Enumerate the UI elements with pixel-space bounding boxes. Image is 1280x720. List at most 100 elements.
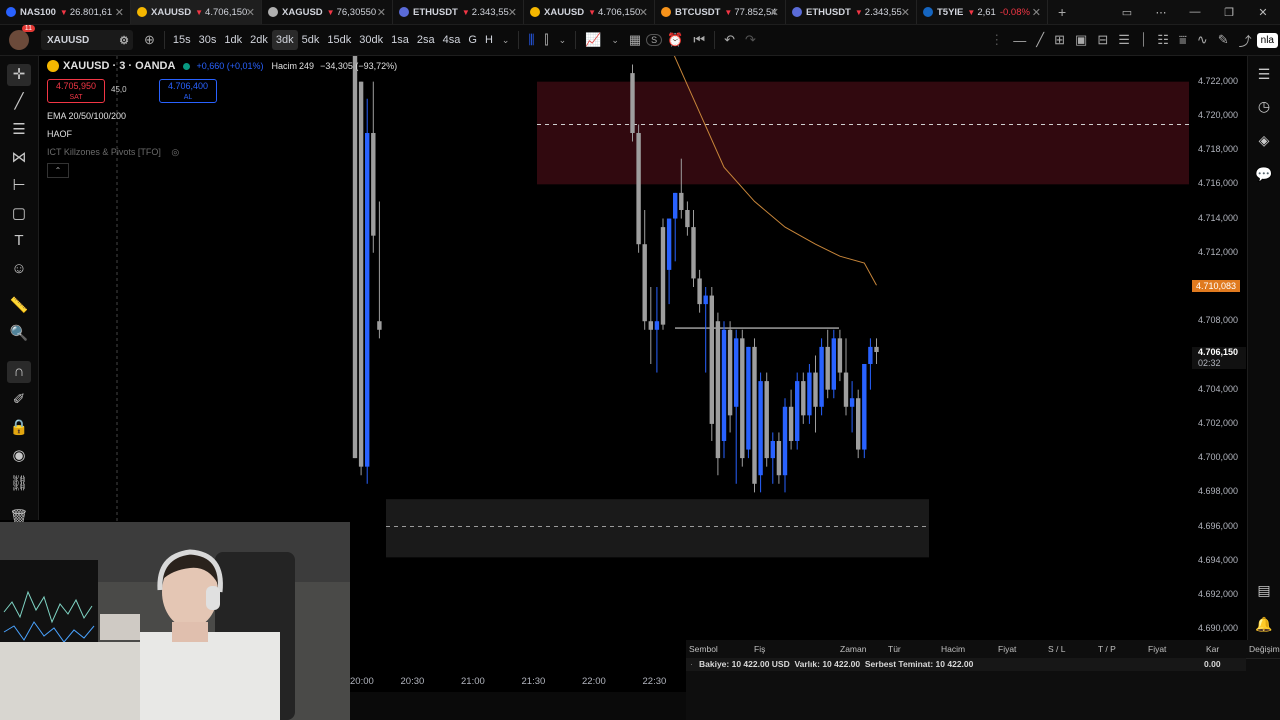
avatar[interactable]: 11 [9,25,35,50]
indicators-dropdown-icon[interactable]: ⌄ [606,35,624,46]
fib-tool-icon[interactable]: ⊟ [1092,32,1113,48]
positions-column-header[interactable]: T / P [1098,644,1116,654]
bar-type-icon[interactable]: ⫿ [539,32,553,48]
alerts-clock-icon[interactable]: ◷ [1248,98,1280,115]
symbol-tab[interactable]: XAGUSD ▼ 76,30550 ✕ [262,0,393,24]
strategy-badge[interactable]: S [646,34,663,46]
symbol-tab[interactable]: XAUUSD ▼ 4.706,150 ✕ [131,0,262,24]
interval-button[interactable]: G [464,30,481,50]
symbol-tab[interactable]: ETHUSDT ▼ 2.343,55 ✕ [393,0,524,24]
maximize-icon[interactable]: ❐ [1212,6,1246,19]
buy-button[interactable]: 4.706,400 AL [159,79,217,103]
layers-icon[interactable]: ◈ [1248,132,1280,149]
undo-icon[interactable]: ↶ [719,32,740,48]
positions-column-header[interactable]: Değişim [1249,644,1280,654]
positions-column-header[interactable]: Fiyat [1148,644,1166,654]
positions-column-header[interactable]: Tür [888,644,901,654]
price-axis[interactable]: 4.722,000 4.720,000 4.718,000 4.716,000 4.71… [1190,56,1248,672]
more-icon[interactable]: ⋯ [1144,6,1178,19]
interval-button[interactable]: 2dk [246,30,272,50]
chart-type-dropdown-icon[interactable]: ⌄ [554,35,572,46]
interval-button[interactable]: 30s [195,30,221,50]
close-tab-icon[interactable]: ✕ [639,6,648,19]
close-tab-icon[interactable]: ✕ [508,6,517,19]
symbol-tab[interactable]: ETHUSDT ▼ 2.343,55 ✕ [786,0,917,24]
interval-button[interactable]: 3dk [271,30,298,50]
measure-icon[interactable]: 📏 [0,296,38,314]
positions-column-header[interactable]: Zaman [840,644,866,654]
interval-button[interactable]: 30dk [355,30,387,50]
watchlist-icon[interactable]: ☰ [1248,66,1280,83]
close-window-icon[interactable]: ✕ [1246,6,1280,19]
pattern-icon[interactable]: ⋈ [0,148,38,166]
grid-tool-icon[interactable]: ⊞ [1049,32,1070,48]
templates-icon[interactable]: ▦ [624,32,646,48]
indicators-icon[interactable]: 📈 [580,32,606,48]
pitchfork-tool-icon[interactable]: ⩸ [1174,32,1192,48]
drawing-mode-icon[interactable]: ✐ [0,390,38,408]
redo-icon[interactable]: ↷ [740,32,761,48]
magnet-icon[interactable]: ∩ [7,361,31,383]
text-tool-icon[interactable]: T [0,232,38,249]
positions-column-header[interactable]: S / L [1048,644,1065,654]
symbol-tab[interactable]: XAUUSD ▼ 4.706,150 ✕ [524,0,655,24]
close-tab-icon[interactable]: ✕ [1032,6,1041,19]
close-tab-icon[interactable]: ✕ [770,6,779,19]
positions-column-header[interactable]: Hacim [941,644,965,654]
lock-icon[interactable]: 🔒 [0,418,38,436]
symbol-tab[interactable]: NAS100 ▼ 26.801,61 ✕ [0,0,131,24]
crosshair-icon[interactable]: ✛ [7,64,31,86]
indicator-ict-killzones[interactable]: ICT Killzones & Pivots [TFO] ◎ [47,147,179,158]
brush-tool-icon[interactable]: ✎ [1213,32,1234,48]
symbol-tab[interactable]: T5YIE ▼ 2,61 -0.08% ✕ [917,0,1048,24]
notification-bell-icon[interactable]: 🔔 [1248,616,1280,633]
close-tab-icon[interactable]: ✕ [377,6,386,19]
interval-button[interactable]: H [481,30,497,50]
alert-icon[interactable]: ⏰ [662,32,688,48]
wave-tool-icon[interactable]: ∿ [1192,32,1213,48]
interval-button[interactable]: 15dk [323,30,355,50]
hidden-eye-icon[interactable]: ◎ [171,147,179,157]
positions-column-header[interactable]: Kar [1206,644,1219,654]
trend-line-icon[interactable]: ╱ [0,92,38,110]
interval-button[interactable]: 4sa [439,30,465,50]
minimize-icon[interactable]: — [1178,6,1212,18]
trend-line-tool-icon[interactable]: ╱ [1031,32,1049,48]
indicator-ema[interactable]: EMA 20/50/100/200 [47,111,126,121]
symbol-search-input[interactable]: XAUUSD ⚙ [41,30,133,50]
partial-button[interactable]: nla [1256,32,1278,48]
indicator-haof[interactable]: HAOF [47,129,72,139]
symbol-settings-icon[interactable]: ⚙ [119,34,129,47]
close-tab-icon[interactable]: ✕ [901,6,910,19]
replay-icon[interactable]: ⏮ [688,32,710,48]
legend-collapse-button[interactable]: ⌃ [47,163,69,178]
new-tab-plus-icon[interactable]: + [1058,4,1066,20]
positions-column-header[interactable]: Sembol [689,644,718,654]
zoom-in-icon[interactable]: 🔍 [0,324,38,342]
lines-tool-icon[interactable]: ☰ [1113,32,1135,48]
positions-column-header[interactable]: Fiyat [998,644,1016,654]
interval-button[interactable]: 2sa [413,30,439,50]
eye-icon[interactable]: ◉ [0,446,38,464]
symbol-tab[interactable]: BTCUSDT ▼ 77.852,54 ✕ [655,0,786,24]
interval-button[interactable]: 5dk [298,30,324,50]
interval-button[interactable]: 1dk [220,30,246,50]
path-tool-icon[interactable]: ⤴ [1234,31,1257,50]
emoji-icon[interactable]: ☺ [0,260,38,277]
interval-button[interactable]: 1sa [387,30,413,50]
geometric-shapes-icon[interactable]: ▢ [0,204,38,222]
close-tab-icon[interactable]: ✕ [115,6,124,19]
layout-icon[interactable]: ▭ [1110,6,1144,19]
fib-retracement-icon[interactable]: ☰ [0,120,38,138]
time-axis[interactable]: 20:00 20:30 21:00 21:30 22:00 22:30 [350,672,686,692]
close-tab-icon[interactable]: ✕ [246,6,255,19]
sell-button[interactable]: 4.705,950 SAT [47,79,105,103]
horizontal-line-tool-icon[interactable]: — [1008,33,1031,48]
link-icon[interactable]: ⛓ [0,474,38,492]
candle-type-icon[interactable]: ⫼ [523,32,539,48]
positions-column-header[interactable]: Fiş [754,644,765,654]
vertical-line-tool-icon[interactable]: ⏐ [1135,32,1152,48]
drag-handle-icon[interactable]: ⋮ [985,32,1008,48]
prediction-icon[interactable]: ⊢ [0,176,38,194]
settings-list-icon[interactable]: ☷ [1152,32,1174,48]
